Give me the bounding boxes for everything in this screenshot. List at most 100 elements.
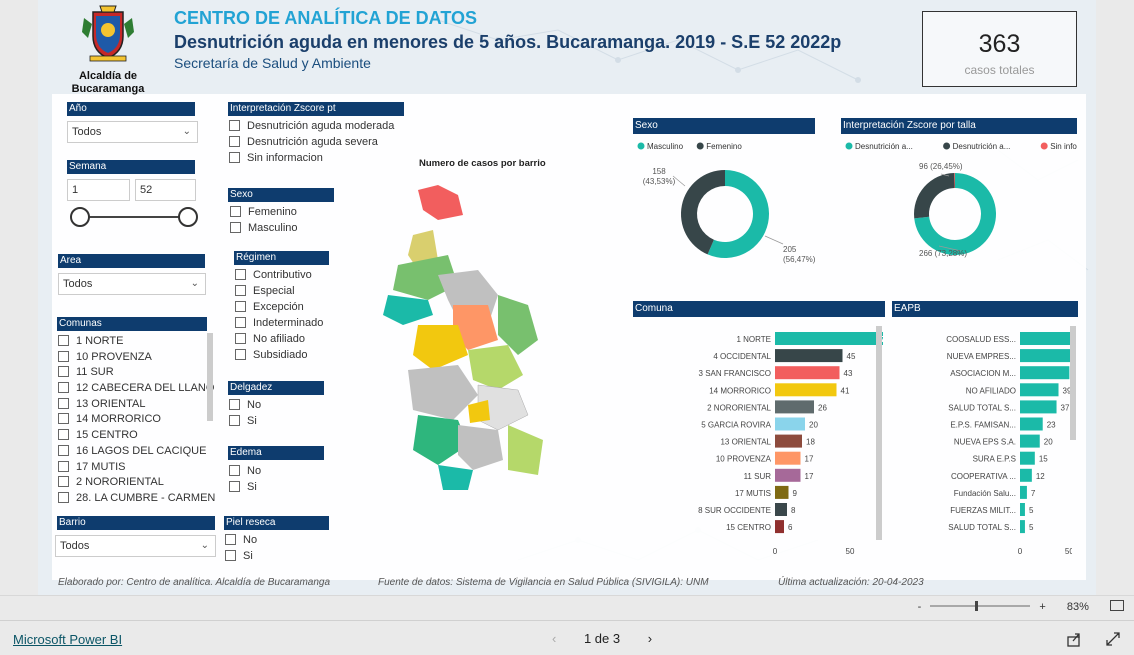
- checkbox-item[interactable]: Si: [229, 414, 261, 430]
- checkbox[interactable]: [229, 465, 240, 476]
- department-name: Secretaría de Salud y Ambiente: [174, 55, 371, 71]
- checkbox[interactable]: [230, 222, 241, 233]
- semana-slider[interactable]: [69, 205, 201, 229]
- anio-header: Año: [67, 102, 195, 116]
- checkbox-item[interactable]: 1 NORTE: [58, 334, 215, 350]
- checkbox[interactable]: [225, 534, 236, 545]
- eapb-chart-header: EAPB: [892, 301, 1078, 317]
- checkbox-item[interactable]: 14 MORRORICO: [58, 412, 215, 428]
- checkbox[interactable]: [58, 382, 69, 394]
- checkbox[interactable]: [235, 301, 246, 312]
- data-label: 45: [847, 352, 856, 361]
- checkbox-item[interactable]: 16 LAGOS DEL CACIQUE: [58, 444, 215, 460]
- zoom-slider[interactable]: [928, 600, 1032, 612]
- checkbox-item[interactable]: Contributivo: [235, 268, 323, 284]
- checkbox-item[interactable]: Desnutrición aguda severa: [229, 135, 394, 151]
- checkbox-label: 14 MORRORICO: [76, 413, 161, 426]
- checkbox-item[interactable]: Masculino: [230, 221, 298, 237]
- comunas-scrollbar[interactable]: [207, 333, 213, 421]
- checkbox[interactable]: [58, 350, 69, 362]
- power-bi-link[interactable]: Microsoft Power BI: [13, 632, 122, 647]
- checkbox-item[interactable]: 15 CENTRO: [58, 428, 215, 444]
- area-dropdown[interactable]: Todos ⌄: [58, 273, 206, 295]
- checkbox[interactable]: [229, 415, 240, 426]
- checkbox-label: Indeterminado: [253, 317, 324, 329]
- checkbox-item[interactable]: 10 PROVENZA: [58, 350, 215, 366]
- fullscreen-icon[interactable]: [1105, 631, 1121, 647]
- category-label: 8 SUR OCCIDENTE: [698, 506, 771, 515]
- bar: [1020, 417, 1043, 431]
- comuna-chart-scrollbar[interactable]: [876, 326, 882, 540]
- checkbox-label: 11 SUR: [76, 366, 114, 379]
- checkbox-item[interactable]: Desnutrición aguda moderada: [229, 119, 394, 135]
- checkbox[interactable]: [235, 285, 246, 296]
- piel-header: Piel reseca: [224, 516, 329, 530]
- checkbox[interactable]: [58, 460, 69, 472]
- checkbox-item[interactable]: Subsidiado: [235, 348, 323, 364]
- checkbox[interactable]: [58, 429, 69, 441]
- checkbox[interactable]: [229, 399, 240, 410]
- checkbox[interactable]: [229, 481, 240, 492]
- checkbox[interactable]: [229, 136, 240, 147]
- checkbox[interactable]: [225, 550, 236, 561]
- checkbox[interactable]: [235, 269, 246, 280]
- checkbox-label: Si: [247, 415, 257, 427]
- checkbox[interactable]: [58, 413, 69, 425]
- donut-slice: [914, 173, 955, 219]
- checkbox[interactable]: [58, 476, 69, 488]
- semana-from-input[interactable]: 1: [67, 179, 130, 201]
- checkbox[interactable]: [235, 317, 246, 328]
- checkbox-item[interactable]: No: [229, 464, 261, 480]
- checkbox[interactable]: [230, 206, 241, 217]
- zscore-donut-chart[interactable]: Desnutrición a... Desnutrición a... Sin in…: [841, 136, 1077, 276]
- checkbox-item[interactable]: No: [229, 398, 261, 414]
- checkbox-item[interactable]: 12 CABECERA DEL LLANO: [58, 381, 215, 397]
- eapb-bar-chart[interactable]: COOSALUD ESS...77NUEVA EMPRES...51ASOCIA…: [892, 320, 1072, 560]
- comuna-bar-chart[interactable]: 1 NORTE794 OCCIDENTAL453 SAN FRANCISCO43…: [633, 320, 883, 560]
- checkbox-item[interactable]: No afiliado: [235, 332, 323, 348]
- semana-to-input[interactable]: 52: [135, 179, 196, 201]
- prev-page-icon[interactable]: ‹: [552, 631, 556, 646]
- checkbox-item[interactable]: 11 SUR: [58, 365, 215, 381]
- checkbox[interactable]: [58, 397, 69, 409]
- category-label: 3 SAN FRANCISCO: [699, 369, 771, 378]
- checkbox-label: No afiliado: [253, 333, 305, 345]
- checkbox[interactable]: [58, 335, 69, 346]
- checkbox-item[interactable]: 28. LA CUMBRE - CARMEN: [58, 491, 215, 507]
- checkbox[interactable]: [229, 152, 240, 163]
- checkbox[interactable]: [58, 366, 69, 378]
- barrio-dropdown[interactable]: Todos ⌄: [55, 535, 216, 557]
- share-icon[interactable]: [1066, 631, 1082, 647]
- checkbox-item[interactable]: Excepción: [235, 300, 323, 316]
- checkbox-item[interactable]: Si: [225, 549, 257, 565]
- checkbox-item[interactable]: Indeterminado: [235, 316, 323, 332]
- fit-to-page-icon[interactable]: [1110, 600, 1124, 611]
- checkbox-item[interactable]: Femenino: [230, 205, 298, 221]
- bar: [775, 332, 883, 345]
- logo: Alcaldía de Bucaramanga: [68, 4, 148, 95]
- checkbox[interactable]: [58, 491, 69, 503]
- checkbox[interactable]: [58, 444, 69, 456]
- regimen-header: Régimen: [234, 251, 329, 265]
- sexo-donut-chart[interactable]: Masculino Femenino 205(56,47%) 158(43,53%): [633, 136, 818, 276]
- checkbox-item[interactable]: 17 MUTIS: [58, 460, 215, 476]
- checkbox-item[interactable]: Sin informacion: [229, 151, 394, 167]
- zoom-out-button[interactable]: -: [918, 601, 922, 613]
- coat-of-arms-icon: [82, 5, 134, 62]
- zoom-in-button[interactable]: +: [1039, 601, 1045, 613]
- data-label-percent: (56,47%): [783, 255, 816, 264]
- checkbox-item[interactable]: No: [225, 533, 257, 549]
- checkbox[interactable]: [229, 120, 240, 131]
- eapb-chart-scrollbar[interactable]: [1070, 326, 1076, 440]
- checkbox-item[interactable]: 13 ORIENTAL: [58, 397, 215, 413]
- checkbox-item[interactable]: Si: [229, 480, 261, 496]
- checkbox[interactable]: [235, 333, 246, 344]
- next-page-icon[interactable]: ›: [648, 631, 652, 646]
- bar: [775, 485, 789, 499]
- anio-dropdown[interactable]: Todos ⌄: [67, 121, 198, 143]
- checkbox-item[interactable]: Especial: [235, 284, 323, 300]
- barrio-map[interactable]: [358, 175, 558, 495]
- bar: [775, 434, 802, 448]
- checkbox[interactable]: [235, 349, 246, 360]
- checkbox-item[interactable]: 2 NORORIENTAL: [58, 475, 215, 491]
